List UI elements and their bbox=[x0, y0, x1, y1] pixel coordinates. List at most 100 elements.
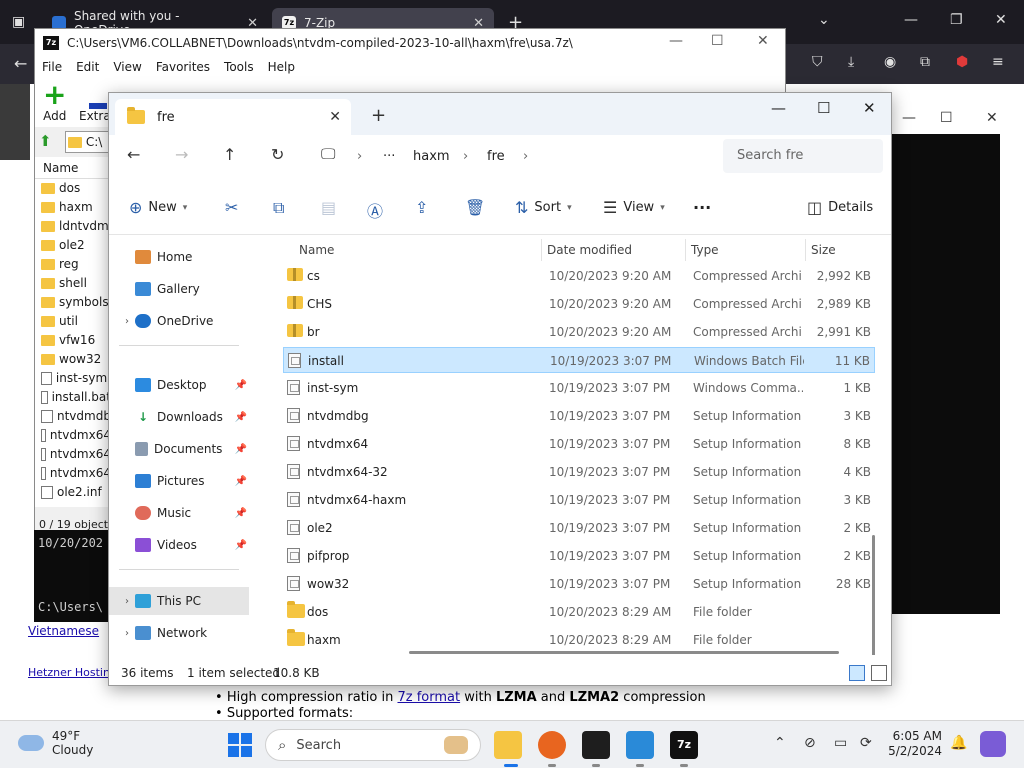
pin-icon[interactable]: 📌 bbox=[235, 476, 247, 487]
close-icon[interactable]: ✕ bbox=[986, 110, 998, 126]
copilot-icon[interactable] bbox=[980, 731, 1006, 757]
up-arrow-icon[interactable]: ↑ bbox=[223, 145, 236, 164]
7z-format-link[interactable]: 7z format bbox=[397, 690, 460, 705]
chevron-right-icon[interactable]: › bbox=[357, 149, 362, 164]
list-item[interactable]: wow32 bbox=[35, 350, 111, 369]
maximize-icon[interactable]: ☐ bbox=[711, 33, 724, 49]
column-header-date[interactable]: Date modified bbox=[547, 239, 632, 261]
chevron-right-icon[interactable]: › bbox=[119, 316, 135, 327]
minimize-icon[interactable]: — bbox=[771, 99, 786, 117]
refresh-icon[interactable]: ↻ bbox=[271, 145, 284, 164]
list-item[interactable]: ntvdmx64 bbox=[35, 464, 111, 483]
sidebar-item-gallery[interactable]: Gallery bbox=[109, 275, 249, 303]
table-row[interactable]: ntvdmx64-haxm 10/19/2023 3:07 PM Setup Inf… bbox=[283, 487, 875, 513]
pin-icon[interactable]: 📌 bbox=[235, 444, 247, 455]
network-off-icon[interactable]: ⊘ bbox=[804, 735, 816, 751]
language-link[interactable]: Vietnamese bbox=[28, 624, 99, 638]
forward-arrow-icon[interactable]: → bbox=[175, 145, 188, 164]
paste-icon[interactable]: ▤ bbox=[321, 198, 336, 217]
table-row[interactable]: inst-sym 10/19/2023 3:07 PM Windows Comma.… bbox=[283, 375, 875, 401]
copy-icon[interactable]: ⧉ bbox=[273, 198, 284, 218]
sync-icon[interactable]: ⟳ bbox=[860, 735, 872, 751]
list-item[interactable]: vfw16 bbox=[35, 331, 111, 350]
sevenzip-taskbar-icon[interactable]: 7z bbox=[670, 731, 698, 759]
list-item[interactable]: install.bat bbox=[35, 388, 111, 407]
minimize-icon[interactable]: — bbox=[904, 12, 918, 28]
maximize-icon[interactable]: ☐ bbox=[817, 99, 830, 117]
share-icon[interactable]: ⇪ bbox=[415, 198, 428, 217]
menu-help[interactable]: Help bbox=[261, 57, 302, 77]
sidebar-item-desktop[interactable]: Desktop 📌 bbox=[109, 371, 249, 399]
table-row[interactable]: cs 10/20/2023 9:20 AM Compressed Archi... 2… bbox=[283, 263, 875, 289]
table-row[interactable]: CHS 10/20/2023 9:20 AM Compressed Archi...… bbox=[283, 291, 875, 317]
account-icon[interactable]: ◉ bbox=[884, 54, 896, 70]
monitor-icon[interactable]: ▭ bbox=[834, 735, 847, 751]
terminal-taskbar-icon[interactable] bbox=[582, 731, 610, 759]
chevron-right-icon[interactable]: › bbox=[119, 628, 135, 639]
vertical-scrollbar[interactable] bbox=[872, 535, 875, 655]
sidebar-item-network[interactable]: › Network bbox=[109, 619, 249, 647]
sidebar-item-music[interactable]: Music 📌 bbox=[109, 499, 249, 527]
pin-icon[interactable]: 📌 bbox=[235, 380, 247, 391]
notification-bell-icon[interactable]: 🔔 bbox=[950, 735, 967, 751]
back-arrow-icon[interactable]: ← bbox=[127, 145, 140, 164]
table-row[interactable]: dos 10/20/2023 8:29 AM File folder bbox=[283, 599, 875, 625]
menu-edit[interactable]: Edit bbox=[69, 57, 106, 77]
weather-widget[interactable]: 49°F Cloudy bbox=[18, 729, 93, 757]
close-icon[interactable]: ✕ bbox=[995, 12, 1007, 28]
menu-icon[interactable]: ≡ bbox=[992, 54, 1004, 70]
menu-tools[interactable]: Tools bbox=[217, 57, 261, 77]
close-icon[interactable]: ✕ bbox=[757, 33, 769, 49]
address-input[interactable]: C:\ bbox=[65, 131, 109, 153]
column-header-type[interactable]: Type bbox=[691, 239, 719, 261]
close-icon[interactable]: ✕ bbox=[863, 99, 876, 117]
cut-icon[interactable]: ✂ bbox=[225, 198, 238, 217]
maximize-icon[interactable]: ☐ bbox=[940, 110, 953, 126]
list-item[interactable]: ole2.inf bbox=[35, 483, 111, 502]
tiles-view-icon[interactable] bbox=[871, 665, 887, 681]
tab-list-icon[interactable]: ▣ bbox=[12, 14, 25, 30]
chevron-up-icon[interactable]: ⌃ bbox=[774, 735, 786, 751]
sidebar-item-downloads[interactable]: ↓ Downloads 📌 bbox=[109, 403, 249, 431]
column-header-size[interactable]: Size bbox=[811, 239, 836, 261]
minimize-icon[interactable]: — bbox=[669, 33, 683, 49]
menu-file[interactable]: File bbox=[35, 57, 69, 77]
menu-view[interactable]: View bbox=[106, 57, 148, 77]
rename-icon[interactable]: Ⓐ bbox=[367, 198, 383, 222]
back-arrow-icon[interactable]: ← bbox=[14, 54, 27, 73]
firefox-taskbar-icon[interactable] bbox=[538, 731, 566, 759]
windows-start-icon[interactable] bbox=[228, 733, 252, 757]
chevron-right-icon[interactable]: › bbox=[119, 596, 135, 607]
table-row[interactable]: br 10/20/2023 9:20 AM Compressed Archi... 2… bbox=[283, 319, 875, 345]
table-row[interactable]: ole2 10/19/2023 3:07 PM Setup Information 2… bbox=[283, 515, 875, 541]
list-item[interactable]: ntvdmdb bbox=[35, 407, 111, 426]
pin-icon[interactable]: 📌 bbox=[235, 412, 247, 423]
sidebar-item-onedrive[interactable]: › OneDrive bbox=[109, 307, 249, 335]
chevron-down-icon[interactable]: ⌄ bbox=[818, 12, 830, 28]
explorer-tab[interactable]: fre ✕ bbox=[115, 99, 351, 135]
table-row[interactable]: ntvdmdbg 10/19/2023 3:07 PM Setup Informat… bbox=[283, 403, 875, 429]
new-button[interactable]: ⊕ New ▾ bbox=[129, 198, 187, 217]
sidebar-item-this-pc[interactable]: › This PC bbox=[109, 587, 249, 615]
system-clock[interactable]: 6:05 AM 5/2/2024 bbox=[880, 729, 942, 759]
list-item[interactable]: haxm bbox=[35, 198, 111, 217]
pin-icon[interactable]: 📌 bbox=[235, 540, 247, 551]
shield-icon[interactable]: ⛉ bbox=[812, 54, 823, 70]
more-options-icon[interactable]: ··· bbox=[693, 198, 711, 217]
add-button[interactable]: + Add bbox=[43, 81, 66, 124]
list-item[interactable]: inst-sym. bbox=[35, 369, 111, 388]
column-header-name[interactable]: Name bbox=[35, 157, 111, 179]
table-row[interactable]: ntvdmx64-32 10/19/2023 3:07 PM Setup Infor… bbox=[283, 459, 875, 485]
sidebar-item-pictures[interactable]: Pictures 📌 bbox=[109, 467, 249, 495]
download-icon[interactable]: ⤓ bbox=[848, 54, 854, 70]
chevron-right-icon[interactable]: › bbox=[523, 149, 528, 164]
ublock-icon[interactable]: ⬢ bbox=[956, 54, 968, 70]
search-input[interactable]: Search fre bbox=[723, 139, 883, 173]
breadcrumb-fre[interactable]: fre bbox=[487, 149, 505, 164]
new-tab-icon[interactable]: + bbox=[371, 105, 386, 126]
list-item[interactable]: ole2 bbox=[35, 236, 111, 255]
details-view-icon[interactable] bbox=[849, 665, 865, 681]
table-row[interactable]: pifprop 10/19/2023 3:07 PM Setup Informati… bbox=[283, 543, 875, 569]
table-row[interactable]: ntvdmx64 10/19/2023 3:07 PM Setup Informat… bbox=[283, 431, 875, 457]
list-item[interactable]: ldntvdm bbox=[35, 217, 111, 236]
